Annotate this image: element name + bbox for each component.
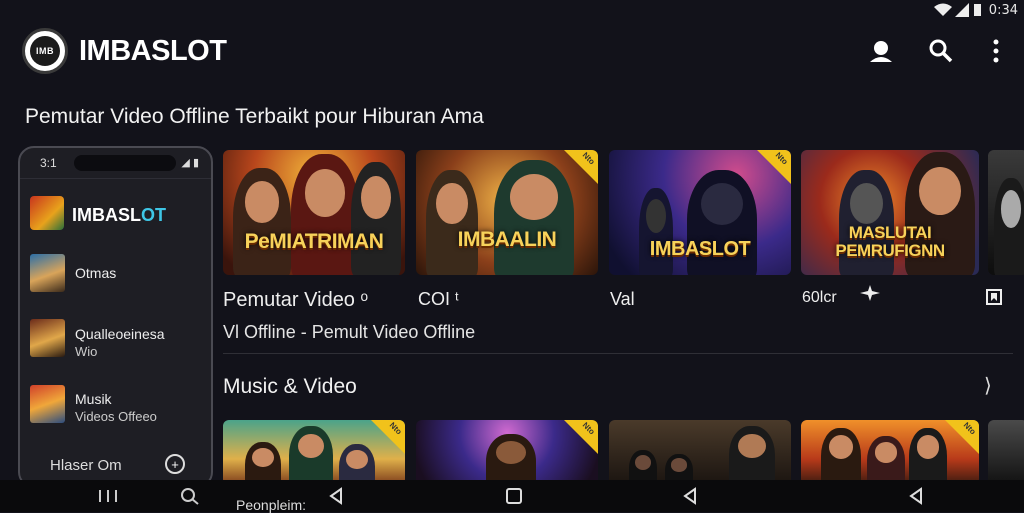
phone-brand-prefix: IMBASL xyxy=(72,205,141,225)
sparkle-icon xyxy=(860,285,880,301)
phone-add-button[interactable]: + xyxy=(165,454,185,474)
bookmark-icon[interactable] xyxy=(986,289,1002,305)
thumbnail-figure xyxy=(426,170,478,275)
video-card[interactable]: Nto IMBASLOT xyxy=(609,150,791,275)
thumbnail-figure xyxy=(233,168,291,275)
back-button[interactable] xyxy=(324,486,348,506)
app-title: IMBASLOT xyxy=(79,35,227,67)
thumbnail-figure xyxy=(245,442,281,485)
phone-item-thumb[interactable] xyxy=(30,254,65,292)
phone-footer-label: Hlaser Om xyxy=(50,457,122,474)
more-button[interactable] xyxy=(981,36,1011,66)
recents-icon xyxy=(99,490,117,502)
app-bar: IMB IMBASLOT xyxy=(0,22,1024,82)
back-button[interactable] xyxy=(678,486,702,506)
thumbnail-figure xyxy=(867,436,905,485)
video-card[interactable] xyxy=(988,150,1024,275)
card-label[interactable]: Val xyxy=(610,289,635,310)
card-title: MASLUTAI PEMRUFIGNN xyxy=(835,223,945,260)
phone-notch xyxy=(74,155,176,171)
row-caption: Vl Offline - Pemult Video Offline xyxy=(223,322,476,342)
video-card[interactable] xyxy=(609,420,791,485)
battery-icon xyxy=(974,4,981,16)
phone-brand-suffix: OT xyxy=(141,205,166,225)
home-square-icon xyxy=(506,488,522,504)
divider xyxy=(20,178,211,179)
plus-icon: + xyxy=(171,456,179,472)
card-title: PeMIATRIMAN xyxy=(244,230,384,253)
phone-time: 3:1 xyxy=(40,156,57,170)
page-subtitle: Pemutar Video Offline Terbaikt pour Hibu… xyxy=(25,105,484,128)
signal-icon xyxy=(955,3,969,17)
assistant-button[interactable] xyxy=(178,486,202,506)
section-title: Music & Video xyxy=(223,375,357,398)
thumbnail-figure xyxy=(351,162,401,275)
app-logo-text: IMB xyxy=(30,36,60,66)
app-logo[interactable]: IMB xyxy=(22,28,68,74)
more-vertical-icon xyxy=(993,39,999,63)
home-button[interactable] xyxy=(502,486,526,506)
back-button[interactable] xyxy=(904,486,928,506)
card-label[interactable]: 60lcr xyxy=(802,289,837,307)
video-card[interactable] xyxy=(988,420,1024,485)
thumbnail-figure xyxy=(339,444,375,485)
thumbnail-figure xyxy=(994,178,1024,275)
phone-mockup: 3:1 ◢ ▮ IMBASLOT Otmas Qualleoeinesa Wio… xyxy=(18,146,213,488)
phone-brand-image xyxy=(30,196,64,230)
thumbnail-figure xyxy=(291,154,359,275)
video-card[interactable]: Nto IMBAALIN xyxy=(416,150,598,275)
section-divider xyxy=(223,353,1013,354)
phone-item-title[interactable]: Qualleoeinesa xyxy=(75,326,165,342)
card-title: IMBAALIN xyxy=(457,228,557,251)
phone-item-thumb[interactable] xyxy=(30,385,65,423)
nav-peek-label: Peonpleim: xyxy=(236,497,307,513)
status-time: 0:34 xyxy=(988,3,1018,18)
profile-button[interactable] xyxy=(866,36,896,66)
back-triangle-icon xyxy=(683,487,696,505)
search-icon xyxy=(929,39,953,63)
chevron-right-icon: ⟩ xyxy=(984,375,992,397)
section-arrow-button[interactable]: ⟩ xyxy=(984,373,992,398)
thumbnail-figure xyxy=(729,426,775,485)
video-card[interactable]: Nto xyxy=(801,420,979,485)
phone-signal: ◢ ▮ xyxy=(181,157,199,169)
phone-item-title[interactable]: Musik xyxy=(75,391,112,407)
video-card[interactable]: Nto xyxy=(223,420,405,485)
card-label[interactable]: Pemutar Video ᵒ xyxy=(223,289,368,312)
thumbnail-figure xyxy=(821,428,861,485)
phone-item-thumb[interactable] xyxy=(30,319,65,357)
back-triangle-icon xyxy=(329,487,342,505)
thumbnail-figure xyxy=(486,434,536,485)
video-card[interactable]: Nto xyxy=(416,420,598,485)
phone-item-subtitle: Videos Offeeo xyxy=(75,409,157,424)
wifi-icon xyxy=(934,3,952,16)
recents-button[interactable] xyxy=(96,486,120,506)
phone-brand-title: IMBASLOT xyxy=(72,205,166,226)
thumbnail-figure xyxy=(494,160,574,275)
system-nav-bar xyxy=(0,480,1024,512)
phone-item-title[interactable]: Otmas xyxy=(75,265,116,281)
video-card[interactable]: MASLUTAI PEMRUFIGNN xyxy=(801,150,979,275)
user-icon xyxy=(870,41,892,62)
phone-item-subtitle: Wio xyxy=(75,344,98,359)
video-card[interactable]: PeMIATRIMAN xyxy=(223,150,405,275)
thumbnail-figure xyxy=(639,188,673,275)
card-title: IMBASLOT xyxy=(649,238,751,260)
back-triangle-icon xyxy=(909,487,922,505)
thumbnail-figure xyxy=(909,428,947,485)
card-label[interactable]: COI ᵗ xyxy=(418,289,459,310)
search-button[interactable] xyxy=(926,36,956,66)
search-icon xyxy=(181,488,199,505)
status-bar: 0:34 xyxy=(824,0,1024,22)
thumbnail-figure xyxy=(289,426,333,485)
